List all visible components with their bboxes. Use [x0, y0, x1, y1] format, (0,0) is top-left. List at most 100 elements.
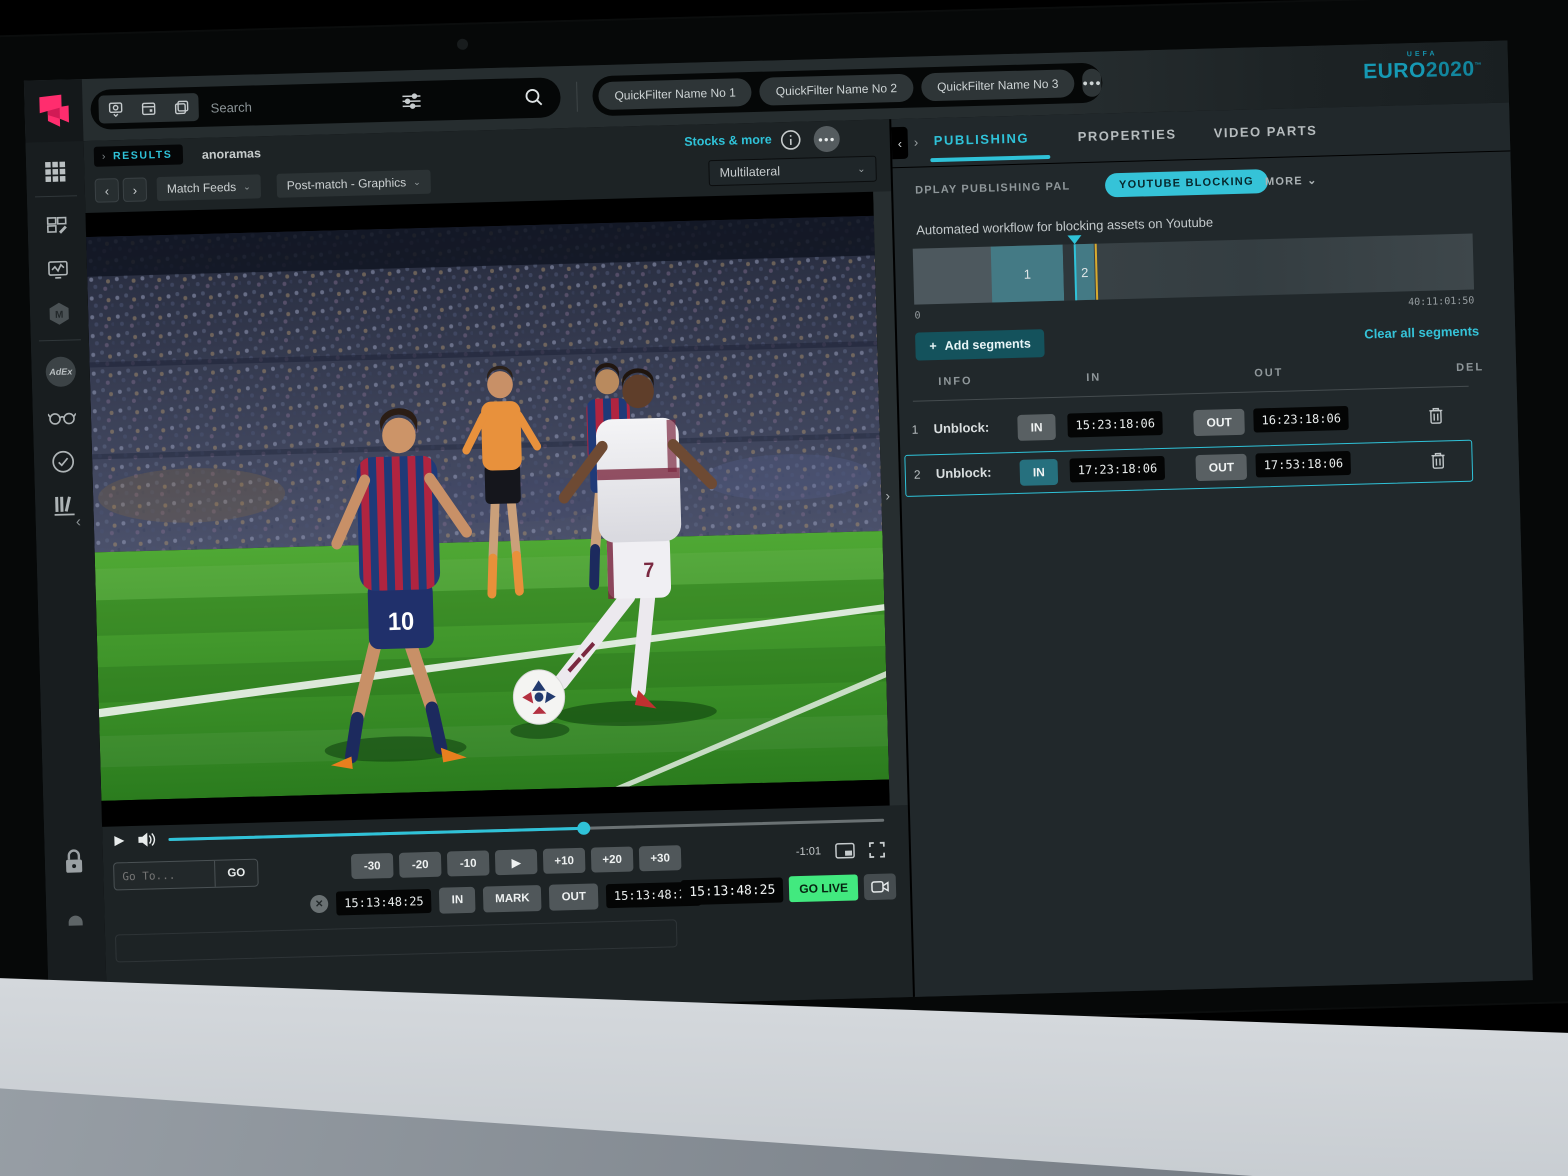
go-button[interactable]: GO: [214, 859, 258, 887]
app-logo-cell[interactable]: [23, 79, 84, 143]
webcam-dot: [456, 38, 469, 50]
clear-all-segments-link[interactable]: Clear all segments: [1364, 323, 1479, 341]
library-icon[interactable]: [35, 485, 94, 527]
go-live-button[interactable]: GO LIVE: [788, 874, 859, 903]
timeline-start: 0: [914, 310, 921, 322]
tab-properties[interactable]: PROPERTIES: [1078, 127, 1177, 145]
quickfilter-2-button[interactable]: QuickFilter Name No 2: [759, 73, 914, 106]
in-timecode[interactable]: 15:13:48:25: [335, 888, 433, 916]
filter-sliders-icon[interactable]: [400, 91, 423, 112]
timeline-segment-2[interactable]: 2: [1074, 243, 1096, 301]
adex-icon[interactable]: AdEx: [31, 351, 90, 393]
chrome-divider: [576, 81, 578, 112]
workflow-description: Automated workflow for blocking assets o…: [916, 214, 1214, 238]
jog-buttons: -30 -20 -10 ▶ +10 +20 +30: [350, 845, 682, 880]
add-segments-button[interactable]: + Add segments: [915, 329, 1046, 361]
quickfilter-more-button[interactable]: ●●●: [1082, 68, 1103, 98]
match-feeds-dropdown[interactable]: Match Feeds ⌄: [156, 174, 262, 202]
post-match-dropdown[interactable]: Post-match - Graphics ⌄: [276, 169, 431, 198]
chevron-down-icon: ⌄: [412, 176, 421, 187]
stats-monitor-icon[interactable]: [28, 249, 87, 291]
jog-plus-20-button[interactable]: +20: [590, 846, 634, 873]
row2-out-timecode[interactable]: 17:53:18:06: [1255, 450, 1352, 478]
row1-delete-icon[interactable]: [1428, 406, 1443, 424]
jog-minus-30-button[interactable]: -30: [350, 852, 394, 880]
download-icon[interactable]: [46, 905, 105, 947]
segments-table-header: INFO IN OUT DEL: [898, 360, 1518, 397]
approved-check-icon[interactable]: [34, 441, 93, 483]
live-timecode: 15:13:48:25: [680, 876, 784, 905]
search-scope-tray: [98, 92, 200, 124]
player-meta: -1:01: [796, 841, 886, 860]
euro-word: EURO: [1362, 58, 1427, 84]
jog-minus-10-button[interactable]: -10: [446, 850, 490, 877]
blocking-timeline[interactable]: 1 2: [912, 233, 1475, 305]
tab-video-parts[interactable]: VIDEO PARTS: [1214, 123, 1318, 141]
jog-plus-30-button[interactable]: +30: [638, 845, 682, 872]
chevron-down-icon: ⌄: [243, 181, 251, 192]
pip-icon[interactable]: [835, 842, 855, 859]
goto-group: GO: [113, 858, 259, 891]
projector-icon[interactable]: [105, 99, 126, 120]
search-input[interactable]: [208, 86, 404, 124]
row2-in-timecode[interactable]: 17:23:18:06: [1069, 455, 1166, 483]
grid-view-icon[interactable]: [26, 151, 85, 193]
panel-more-button[interactable]: ●●●: [813, 125, 841, 153]
quickfilter-bar: QuickFilter Name No 1 QuickFilter Name N…: [591, 62, 1103, 117]
video-player[interactable]: 10 7: [85, 191, 890, 827]
mimir-logo-icon: [39, 94, 70, 127]
jog-play-button[interactable]: ▶: [494, 849, 538, 876]
quickfilter-1-button[interactable]: QuickFilter Name No 1: [598, 77, 753, 111]
row2-in-button[interactable]: IN: [1019, 458, 1059, 486]
next-feed-button[interactable]: ›: [122, 177, 148, 203]
prev-feed-button[interactable]: ‹: [94, 178, 120, 203]
row2-out-button[interactable]: OUT: [1195, 453, 1248, 482]
row1-out-timecode[interactable]: 16:23:18:06: [1253, 405, 1350, 433]
timeline-segment-1[interactable]: 1: [991, 244, 1064, 303]
jog-plus-10-button[interactable]: +10: [542, 847, 586, 874]
clear-in-icon[interactable]: ✕: [309, 894, 329, 914]
info-icon[interactable]: [779, 129, 802, 152]
annotation-input[interactable]: [114, 919, 678, 963]
row1-in-button[interactable]: IN: [1017, 413, 1056, 441]
publishing-panel: ‹ › PUBLISHING PROPERTIES VIDEO PARTS DP…: [889, 102, 1533, 997]
lock-icon[interactable]: [44, 841, 103, 883]
row-label: Unblock:: [933, 419, 990, 437]
out-button[interactable]: OUT: [549, 883, 599, 911]
goto-input[interactable]: [114, 860, 215, 890]
row2-delete-icon[interactable]: [1430, 451, 1445, 469]
ball: [512, 669, 566, 725]
header-del: DEL: [1455, 361, 1485, 375]
chevron-down-icon: ⌄: [1306, 174, 1318, 187]
search-bar: [90, 77, 562, 130]
play-button[interactable]: ▶: [114, 832, 124, 848]
subtab-more[interactable]: MORE ⌄: [1265, 174, 1318, 188]
volume-icon[interactable]: [136, 831, 156, 848]
hexagon-m-icon[interactable]: M: [30, 293, 89, 335]
publishing-subtabs: DPLAY PUBLISHING PAL YOUTUBE BLOCKING MO…: [893, 162, 1514, 209]
row-number: 1: [911, 422, 919, 437]
search-icon[interactable]: [523, 87, 545, 109]
chevron-right-icon: ›: [885, 487, 891, 504]
multilateral-dropdown[interactable]: Multilateral ⌄: [708, 155, 877, 187]
row1-in-timecode[interactable]: 15:23:18:06: [1067, 410, 1164, 438]
quickfilter-3-button[interactable]: QuickFilter Name No 3: [920, 69, 1075, 102]
tab-publishing[interactable]: PUBLISHING: [934, 131, 1030, 149]
in-button[interactable]: IN: [439, 886, 476, 914]
jog-minus-20-button[interactable]: -20: [398, 851, 442, 878]
glasses-icon[interactable]: [32, 397, 91, 439]
fullscreen-icon[interactable]: [868, 841, 886, 858]
results-breadcrumb[interactable]: › RESULTS: [93, 144, 183, 167]
subtab-youtube-blocking[interactable]: YOUTUBE BLOCKING: [1104, 169, 1269, 198]
calendar-icon[interactable]: [138, 98, 159, 119]
mark-button[interactable]: MARK: [482, 884, 542, 913]
row1-out-button[interactable]: OUT: [1193, 408, 1246, 437]
stocks-and-more-link[interactable]: Stocks & more: [684, 132, 772, 148]
collections-icon[interactable]: [172, 97, 193, 118]
layout-edit-icon[interactable]: [27, 205, 86, 247]
progress-thumb[interactable]: [577, 821, 591, 835]
sidebar-collapse-icon[interactable]: ‹: [76, 513, 81, 530]
monitor-bezel: QuickFilter Name No 1 QuickFilter Name N…: [0, 0, 1568, 1047]
camera-button[interactable]: [863, 873, 897, 901]
subtab-dplay[interactable]: DPLAY PUBLISHING PAL: [915, 180, 1070, 196]
